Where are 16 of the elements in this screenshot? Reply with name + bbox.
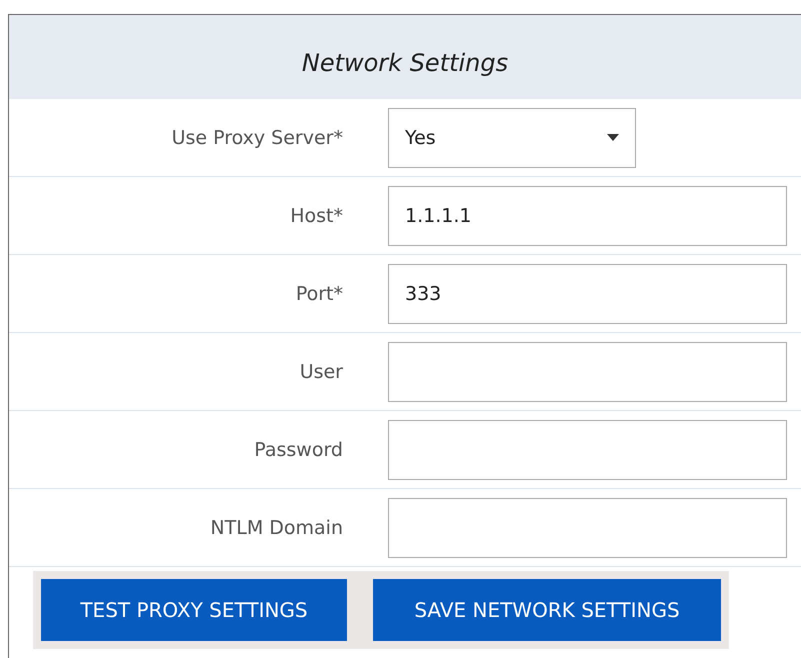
input-field[interactable]	[388, 342, 787, 402]
field-label: NTLM Domain	[209, 516, 343, 538]
save-button[interactable]: SAVE NETWORK SETTINGS	[373, 579, 721, 641]
caret-icon	[607, 134, 619, 141]
panel-title: Network Settings	[302, 49, 508, 77]
input-field[interactable]: 333	[388, 264, 787, 324]
input-field[interactable]: 1.1.1.1	[388, 186, 787, 246]
field-label: Port*	[294, 282, 343, 304]
field-label: Use Proxy Server*	[170, 126, 343, 148]
input-field[interactable]	[388, 498, 787, 558]
field-label: Password	[253, 438, 343, 460]
input-field[interactable]	[388, 420, 787, 480]
field-label: User	[298, 360, 343, 382]
field-label: Host*	[289, 204, 343, 226]
dropdown[interactable]: Yes	[388, 108, 636, 168]
test-button[interactable]: TEST PROXY SETTINGS	[41, 579, 347, 641]
